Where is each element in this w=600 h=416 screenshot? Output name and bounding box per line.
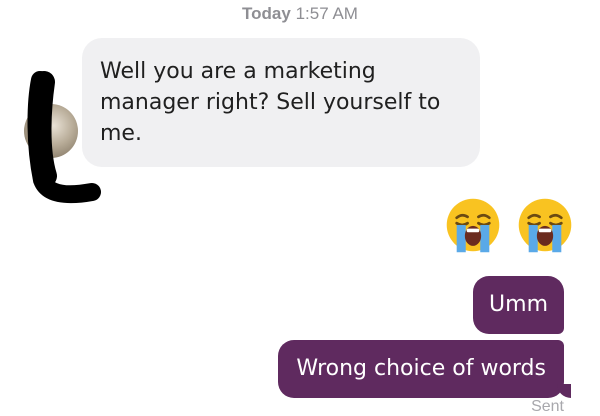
bubble-tail (557, 384, 571, 398)
outgoing-message-text: Umm (489, 292, 548, 317)
outgoing-message-bubble[interactable]: Umm (473, 276, 564, 334)
loudly-crying-face-icon (518, 198, 572, 253)
incoming-message-text: Well you are a marketing manager right? … (100, 59, 441, 146)
timestamp-day: Today (242, 4, 291, 23)
timestamp-time: 1:57 AM (295, 4, 358, 23)
delivery-status: Sent (531, 398, 564, 415)
sender-avatar[interactable] (24, 104, 78, 158)
message-timestamp: Today 1:57 AM (0, 4, 600, 24)
outgoing-message-text: Wrong choice of words (296, 356, 546, 381)
incoming-message-bubble[interactable]: Well you are a marketing manager right? … (82, 38, 480, 167)
loudly-crying-face-icon (446, 198, 500, 253)
outgoing-message-bubble[interactable]: Wrong choice of words (278, 340, 571, 398)
emoji-reaction-row[interactable] (444, 196, 574, 254)
